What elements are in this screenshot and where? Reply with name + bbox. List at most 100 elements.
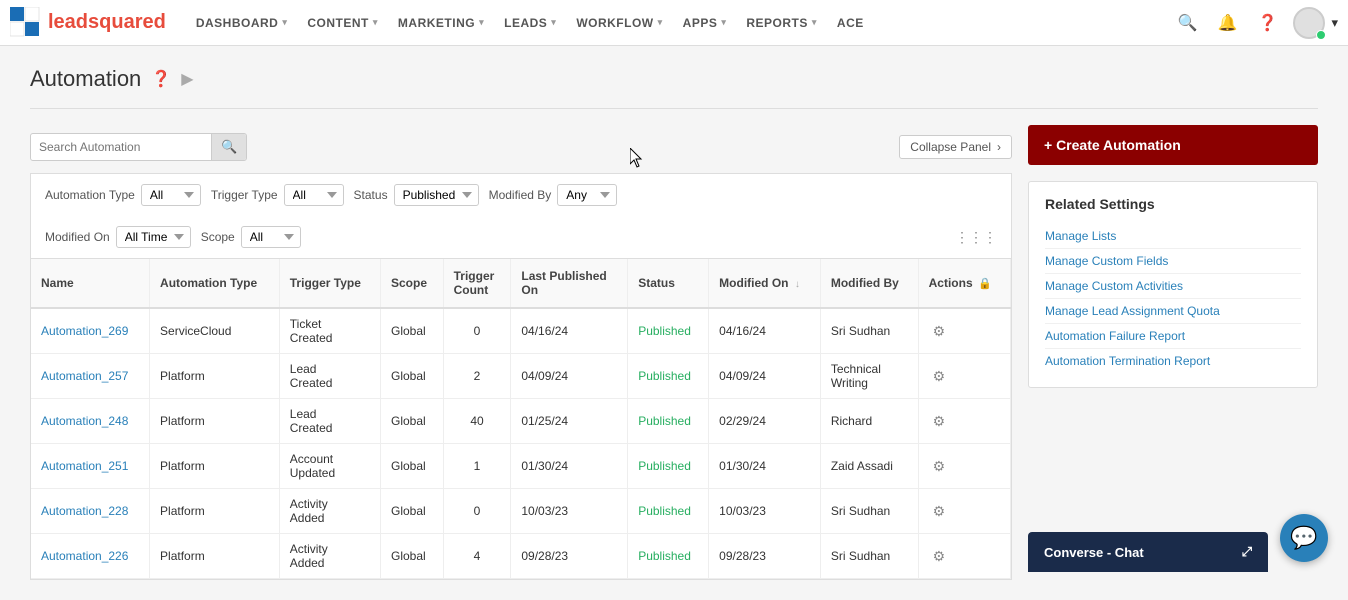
nav-items: DASHBOARD▾ CONTENT▾ MARKETING▾ LEADS▾ WO…: [186, 0, 1170, 46]
automation-link[interactable]: Automation_226: [41, 549, 128, 563]
related-settings-link[interactable]: Automation Failure Report: [1045, 324, 1301, 349]
automation-type-select[interactable]: All: [141, 184, 201, 206]
cell-scope: Global: [380, 489, 443, 534]
chat-bubble-button[interactable]: 💬: [1280, 514, 1328, 562]
chevron-down-icon: ▾: [658, 17, 663, 28]
col-status: Status: [628, 259, 709, 308]
col-scope: Scope: [380, 259, 443, 308]
col-last-published: Last PublishedOn: [511, 259, 628, 308]
actions-gear-button[interactable]: ⚙: [929, 411, 950, 432]
cell-trigger-type: TicketCreated: [279, 308, 380, 354]
help-circle-icon[interactable]: ❓: [151, 69, 171, 89]
search-submit-button[interactable]: 🔍: [211, 134, 246, 160]
cell-trigger-type: LeadCreated: [279, 354, 380, 399]
search-input-wrap: 🔍: [30, 133, 247, 161]
cell-modified-by: TechnicalWriting: [820, 354, 918, 399]
nav-dashboard[interactable]: DASHBOARD▾: [186, 0, 298, 46]
related-settings-link[interactable]: Automation Termination Report: [1045, 349, 1301, 373]
automation-type-label: Automation Type: [45, 188, 135, 202]
nav-reports[interactable]: REPORTS▾: [736, 0, 827, 46]
logo-text: leadsquared: [48, 11, 166, 34]
actions-gear-button[interactable]: ⚙: [929, 456, 950, 477]
trigger-type-select[interactable]: All: [284, 184, 344, 206]
related-settings-link[interactable]: Manage Custom Fields: [1045, 249, 1301, 274]
table-body: Automation_269 ServiceCloud TicketCreate…: [31, 308, 1011, 579]
automation-link[interactable]: Automation_228: [41, 504, 128, 518]
nav-marketing[interactable]: MARKETING▾: [388, 0, 494, 46]
chevron-down-icon: ▾: [812, 17, 817, 28]
cell-modified-by: Richard: [820, 399, 918, 444]
table-container: Name Automation Type Trigger Type Scope …: [30, 258, 1012, 580]
cell-scope: Global: [380, 354, 443, 399]
nav-ace[interactable]: ACE: [827, 0, 874, 46]
automation-link[interactable]: Automation_248: [41, 414, 128, 428]
notifications-button[interactable]: 🔔: [1209, 5, 1245, 41]
chevron-down-icon: ▾: [721, 17, 726, 28]
table-row: Automation_248 Platform LeadCreated Glob…: [31, 399, 1011, 444]
page-title: Automation: [30, 66, 141, 92]
cell-name: Automation_251: [31, 444, 150, 489]
columns-icon[interactable]: ⋮⋮⋮: [955, 229, 997, 246]
table-row: Automation_228 Platform ActivityAdded Gl…: [31, 489, 1011, 534]
actions-gear-button[interactable]: ⚙: [929, 546, 950, 567]
cell-last-published: 04/16/24: [511, 308, 628, 354]
chevron-down-icon: ▾: [551, 17, 556, 28]
cell-modified-on: 04/16/24: [709, 308, 821, 354]
actions-gear-button[interactable]: ⚙: [929, 366, 950, 387]
modified-by-select[interactable]: Any: [557, 184, 617, 206]
cell-status: Published: [628, 489, 709, 534]
scope-select[interactable]: All: [241, 226, 301, 248]
create-automation-button[interactable]: + Create Automation: [1028, 125, 1318, 165]
cell-scope: Global: [380, 444, 443, 489]
nav-content[interactable]: CONTENT▾: [297, 0, 388, 46]
online-indicator: [1316, 30, 1326, 40]
col-modified-by: Modified By: [820, 259, 918, 308]
related-settings-link[interactable]: Manage Custom Activities: [1045, 274, 1301, 299]
status-label: Status: [354, 188, 388, 202]
col-modified-on[interactable]: Modified On ↓: [709, 259, 821, 308]
cell-scope: Global: [380, 308, 443, 354]
search-input[interactable]: [31, 135, 211, 159]
actions-gear-button[interactable]: ⚙: [929, 321, 950, 342]
chevron-down-icon: ▾: [373, 17, 378, 28]
nav-leads[interactable]: LEADS▾: [494, 0, 566, 46]
automation-link[interactable]: Automation_257: [41, 369, 128, 383]
page-wrapper: Automation ❓ ▶ 🔍 Collapse Panel › Automa…: [0, 46, 1348, 600]
modified-on-label: Modified On: [45, 230, 110, 244]
nav-workflow[interactable]: WORKFLOW▾: [566, 0, 672, 46]
cell-actions: ⚙: [918, 308, 1010, 354]
user-avatar[interactable]: [1293, 7, 1325, 39]
cell-modified-by: Zaid Assadi: [820, 444, 918, 489]
status-select[interactable]: Published: [394, 184, 479, 206]
cell-trigger-count: 2: [443, 354, 511, 399]
converse-chat-label: Converse - Chat: [1044, 545, 1144, 560]
search-button[interactable]: 🔍: [1169, 5, 1205, 41]
cell-modified-on: 01/30/24: [709, 444, 821, 489]
chevron-down-icon: ▾: [1331, 15, 1338, 31]
related-settings-link[interactable]: Manage Lists: [1045, 224, 1301, 249]
converse-chat-bar[interactable]: Converse - Chat ⤢: [1028, 532, 1268, 572]
cell-trigger-type: LeadCreated: [279, 399, 380, 444]
automation-link[interactable]: Automation_251: [41, 459, 128, 473]
cell-actions: ⚙: [918, 444, 1010, 489]
actions-gear-button[interactable]: ⚙: [929, 501, 950, 522]
related-settings-link[interactable]: Manage Lead Assignment Quota: [1045, 299, 1301, 324]
related-links-container: Manage ListsManage Custom FieldsManage C…: [1045, 224, 1301, 373]
nav-apps[interactable]: APPS▾: [673, 0, 737, 46]
modified-by-filter: Modified By Any: [489, 184, 618, 206]
cell-modified-on: 04/09/24: [709, 354, 821, 399]
automation-link[interactable]: Automation_269: [41, 324, 128, 338]
logo-squared: squared: [88, 11, 166, 33]
col-trigger-count: TriggerCount: [443, 259, 511, 308]
help-button[interactable]: ❓: [1249, 5, 1285, 41]
collapse-panel-button[interactable]: Collapse Panel ›: [899, 135, 1012, 159]
logo[interactable]: leadsquared: [10, 7, 166, 39]
play-icon[interactable]: ▶: [181, 69, 193, 89]
cell-modified-on: 10/03/23: [709, 489, 821, 534]
modified-by-label: Modified By: [489, 188, 552, 202]
nav-right-icons: 🔍 🔔 ❓ ▾: [1169, 5, 1338, 41]
cell-actions: ⚙: [918, 354, 1010, 399]
chevron-down-icon: ▾: [479, 17, 484, 28]
cell-modified-by: Sri Sudhan: [820, 489, 918, 534]
modified-on-select[interactable]: All Time: [116, 226, 191, 248]
